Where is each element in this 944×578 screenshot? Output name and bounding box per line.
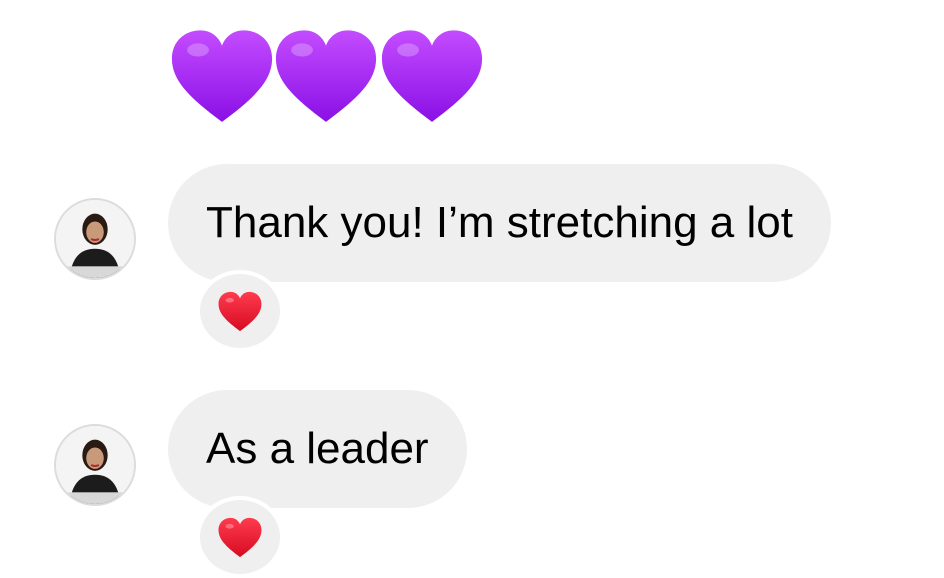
profile-photo-icon <box>56 426 134 504</box>
purple-heart-icon <box>381 30 483 122</box>
profile-photo-icon <box>56 200 134 278</box>
message-row: As a leader <box>0 390 944 578</box>
avatar[interactable] <box>54 198 136 280</box>
purple-heart-icon <box>171 30 273 122</box>
purple-hearts-reaction <box>166 26 490 126</box>
message-row: Thank you! I’m stretching a lot <box>0 164 944 354</box>
red-heart-icon <box>218 291 262 332</box>
purple-heart-icon <box>275 30 377 122</box>
message-bubble[interactable]: As a leader <box>168 390 467 508</box>
avatar[interactable] <box>54 424 136 506</box>
message-text: Thank you! I’m stretching a lot <box>206 198 793 247</box>
message-bubble[interactable]: Thank you! I’m stretching a lot <box>168 164 831 282</box>
message-text: As a leader <box>206 424 429 473</box>
reaction-badge[interactable] <box>196 270 284 352</box>
red-heart-icon <box>218 517 262 558</box>
